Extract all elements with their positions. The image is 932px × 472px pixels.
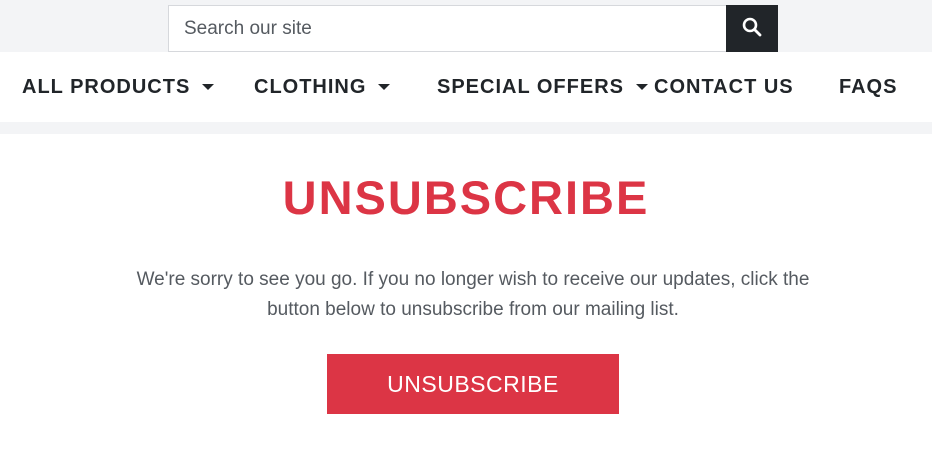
nav-item-label: CONTACT US (654, 75, 794, 98)
nav-item-clothing[interactable]: CLOTHING (254, 52, 391, 122)
nav-item-label: SPECIAL OFFERS (437, 75, 624, 98)
nav-item-contact-us[interactable]: CONTACT US (654, 52, 794, 122)
nav-divider (0, 122, 932, 134)
nav-item-label: CLOTHING (254, 75, 367, 98)
caret-down-icon (378, 84, 391, 90)
nav-item-faqs[interactable]: FAQS (839, 52, 897, 122)
page-title: UNSUBSCRIBE (282, 171, 650, 224)
search-form (168, 5, 778, 52)
search-input[interactable] (168, 5, 726, 52)
nav-item-special-offers[interactable]: SPECIAL OFFERS (437, 52, 648, 122)
caret-down-icon (636, 84, 648, 90)
caret-down-icon (202, 84, 215, 90)
nav-item-all-products[interactable]: ALL PRODUCTS (22, 52, 215, 122)
nav-item-label: FAQS (839, 75, 898, 98)
nav-item-label: ALL PRODUCTS (22, 75, 191, 98)
top-bar (0, 0, 932, 52)
main-nav: ALL PRODUCTS CLOTHING SPECIAL OFFERS CON… (0, 52, 932, 122)
search-icon (742, 17, 762, 40)
search-button[interactable] (726, 5, 778, 52)
unsubscribe-message: We're sorry to see you go. If you no lon… (136, 269, 810, 320)
unsubscribe-button[interactable]: UNSUBSCRIBE (327, 354, 619, 414)
